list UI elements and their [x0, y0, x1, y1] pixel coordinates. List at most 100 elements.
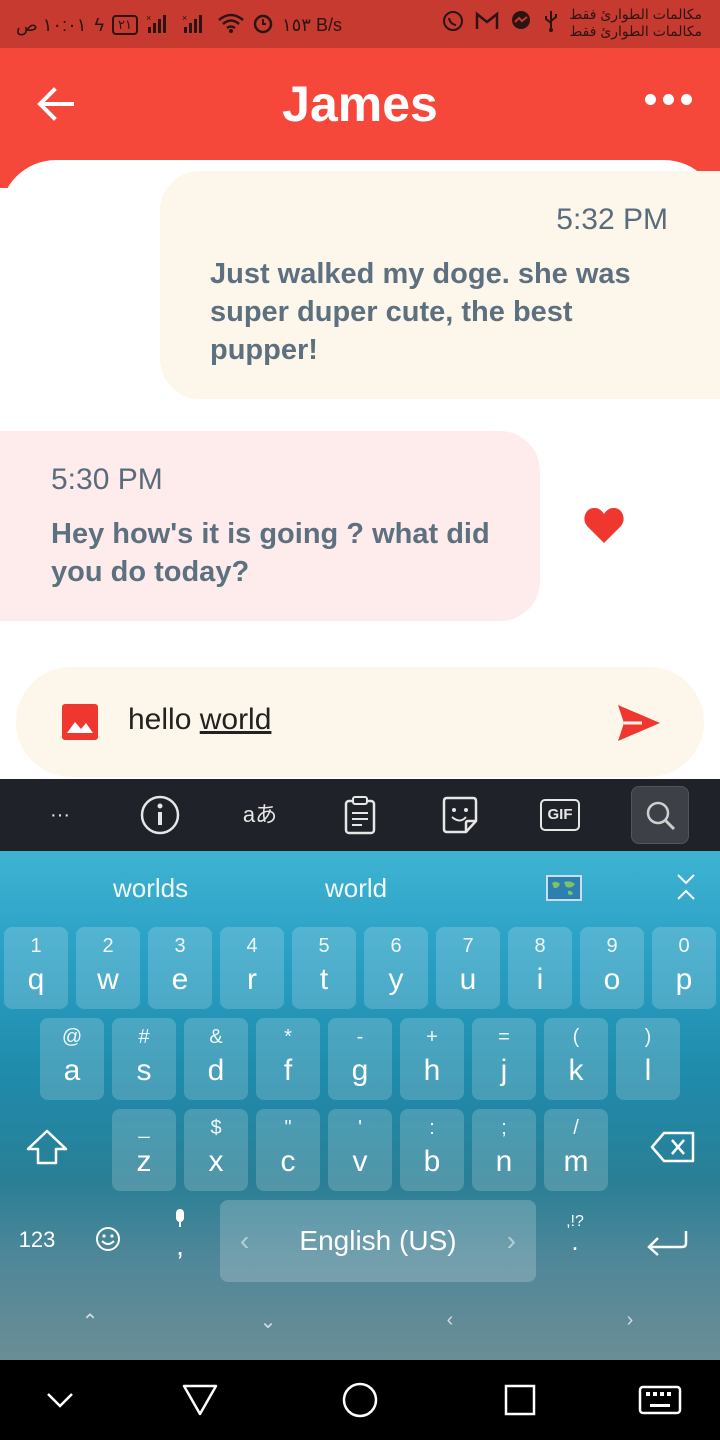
key-u[interactable]: 7u — [436, 927, 500, 1009]
shift-icon — [26, 1129, 68, 1165]
battery-icon: ٢١ — [111, 15, 138, 35]
key-a[interactable]: @ a — [40, 1018, 104, 1100]
key-secondary-label: 3 — [174, 935, 186, 957]
search-button[interactable] — [631, 786, 689, 844]
key-label: v — [352, 1145, 368, 1178]
translate-icon[interactable]: aあ — [240, 795, 280, 835]
key-h[interactable]: + h — [400, 1018, 464, 1100]
cursor-down-icon[interactable]: ⌄ — [258, 1309, 278, 1334]
carrier-line-1: مكالمات الطوارئ فقط — [569, 6, 702, 22]
message-input[interactable]: hello world — [128, 703, 271, 737]
enter-icon — [647, 1231, 688, 1256]
recents-nav-icon[interactable] — [500, 1380, 540, 1420]
key-label: l — [644, 1054, 652, 1087]
key-q[interactable]: 1q — [4, 927, 68, 1009]
key-secondary-label: ' — [358, 1117, 362, 1139]
key-label: u — [459, 963, 477, 996]
key-m[interactable]: / m — [544, 1109, 608, 1191]
space-key[interactable]: ‹ English (US) › — [220, 1200, 536, 1282]
key-o[interactable]: 9o — [580, 927, 644, 1009]
key-d[interactable]: & d — [184, 1018, 248, 1100]
shift-key[interactable] — [24, 1127, 70, 1167]
key-s[interactable]: # s — [112, 1018, 176, 1100]
key-i[interactable]: 8i — [508, 927, 572, 1009]
punctuation-main: . — [571, 1226, 579, 1256]
emoji-key[interactable] — [94, 1225, 122, 1253]
collapse-suggestions-icon[interactable] — [674, 871, 698, 903]
numbers-key[interactable]: 123 — [14, 1227, 60, 1253]
comma-key[interactable]: , — [166, 1207, 194, 1267]
key-k[interactable]: (k — [544, 1018, 608, 1100]
key-x[interactable]: $ x — [184, 1109, 248, 1191]
suggestion-bar: worlds world — [0, 851, 720, 923]
home-nav-icon[interactable] — [340, 1380, 380, 1420]
back-nav-icon[interactable] — [180, 1380, 220, 1420]
sticker-icon[interactable] — [440, 795, 480, 835]
send-icon[interactable] — [616, 703, 662, 743]
usb-icon — [543, 9, 559, 37]
clipboard-icon[interactable] — [340, 795, 380, 835]
message-time: 5:30 PM — [51, 463, 163, 496]
image-icon[interactable] — [62, 704, 98, 740]
message-text: Just walked my doge. she was super duper… — [210, 258, 631, 366]
key-r[interactable]: 4r — [220, 927, 284, 1009]
key-label: i — [536, 963, 544, 996]
key-e[interactable]: 3e — [148, 927, 212, 1009]
key-t[interactable]: 5t — [292, 927, 356, 1009]
key-secondary-label: & — [209, 1026, 223, 1048]
more-options-icon[interactable] — [645, 94, 692, 105]
message-bubble-received[interactable]: 5:30 PM Hey how's it is going ? what did… — [0, 431, 540, 621]
space-label: English (US) — [299, 1225, 457, 1256]
key-w[interactable]: 2w — [76, 927, 140, 1009]
key-j[interactable]: = j — [472, 1018, 536, 1100]
status-time: ١٠:٠١ ص — [16, 14, 87, 35]
key-l[interactable]: ) l — [616, 1018, 680, 1100]
key-z[interactable]: _ z — [112, 1109, 176, 1191]
suggestion-item[interactable]: worlds — [113, 873, 188, 904]
key-b[interactable]: :b — [400, 1109, 464, 1191]
key-v[interactable]: ' v — [328, 1109, 392, 1191]
key-secondary-label: 8 — [534, 935, 546, 957]
key-label: j — [500, 1054, 508, 1087]
key-label: z — [136, 1145, 152, 1178]
key-p[interactable]: 0p — [652, 927, 716, 1009]
key-secondary-label: : — [429, 1117, 435, 1139]
language-prev-icon: ‹ — [240, 1225, 250, 1256]
more-tools-icon[interactable]: ··· — [40, 795, 80, 835]
key-secondary-label: - — [356, 1026, 364, 1048]
hide-keyboard-icon[interactable] — [40, 1380, 80, 1420]
key-label: s — [136, 1054, 152, 1087]
key-secondary-label: 5 — [318, 935, 330, 957]
cursor-right-icon[interactable]: › — [620, 1309, 640, 1332]
keyboard-switch-icon[interactable] — [638, 1380, 682, 1420]
suggestion-item[interactable]: world — [325, 873, 387, 904]
key-label: p — [675, 963, 693, 996]
cursor-up-icon[interactable]: ⌃ — [80, 1309, 100, 1334]
svg-text:×: × — [182, 13, 187, 23]
key-g[interactable]: -g — [328, 1018, 392, 1100]
key-secondary-label: 6 — [390, 935, 402, 957]
key-n[interactable]: ; n — [472, 1109, 536, 1191]
gif-icon[interactable]: GIF — [540, 799, 580, 831]
microphone-icon — [176, 1209, 184, 1227]
key-label: o — [603, 963, 621, 996]
backspace-key[interactable] — [650, 1131, 696, 1163]
punctuation-key[interactable]: ,!? . — [560, 1213, 590, 1256]
info-icon[interactable] — [140, 795, 180, 835]
cursor-left-icon[interactable]: ‹ — [440, 1309, 460, 1332]
message-text: Hey how's it is going ? what did you do … — [51, 518, 490, 588]
key-f[interactable]: * f — [256, 1018, 320, 1100]
message-bubble-sent[interactable]: 5:32 PM Just walked my doge. she was sup… — [160, 171, 720, 399]
key-y[interactable]: 6y — [364, 927, 428, 1009]
alarm-icon — [252, 12, 274, 38]
message-time: 5:32 PM — [556, 203, 668, 236]
backspace-icon — [650, 1131, 695, 1163]
enter-key[interactable] — [644, 1227, 690, 1257]
key-c[interactable]: " c — [256, 1109, 320, 1191]
heart-icon[interactable] — [583, 505, 625, 545]
map-emoji-icon[interactable] — [546, 875, 582, 901]
key-secondary-label: 1 — [30, 935, 42, 957]
page-title: James — [282, 76, 438, 132]
key-secondary-label: + — [426, 1026, 438, 1048]
key-label: e — [171, 963, 189, 996]
